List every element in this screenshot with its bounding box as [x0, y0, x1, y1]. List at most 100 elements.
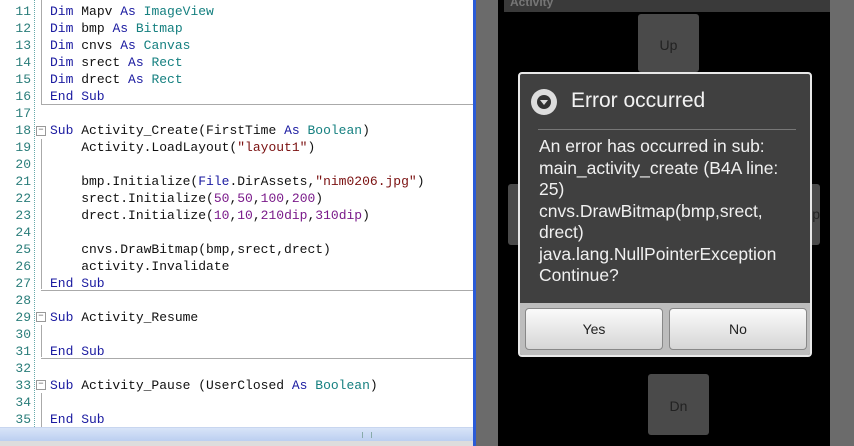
up-button[interactable]: Up: [638, 14, 699, 72]
message-line: Continue?: [539, 265, 619, 285]
code-line[interactable]: 23 drect.Initialize(10,10,210dip,310dip): [0, 207, 473, 224]
line-number: 23: [15, 208, 31, 223]
code-token: Dim: [50, 38, 82, 53]
code-line[interactable]: 20: [0, 156, 473, 173]
code-line[interactable]: 28: [0, 292, 473, 309]
yes-button[interactable]: Yes: [525, 308, 663, 350]
code-line[interactable]: 19 Activity.LoadLayout("layout1"): [0, 139, 473, 156]
code-token: As: [120, 4, 144, 19]
code-token: Activity_Resume: [81, 310, 199, 325]
code-token: drect: [81, 72, 129, 87]
message-line: cnvs.DrawBitmap(bmp,srect,: [539, 200, 763, 221]
block-guide: [41, 139, 42, 289]
code-token: As: [128, 55, 152, 70]
code-line[interactable]: 22 srect.Initialize(50,50,100,200): [0, 190, 473, 207]
code-line[interactable]: 11 Dim Mapv As ImageView: [0, 3, 473, 20]
fold-collapse-icon[interactable]: −: [36, 126, 46, 136]
code-token: 50: [213, 191, 230, 206]
dialog-title: Error occurred: [571, 89, 706, 112]
code-token: ,: [252, 208, 261, 223]
code-text: Dim drect As Rect: [50, 71, 183, 88]
dialog-button-bar: Yes No: [520, 303, 810, 355]
code-line[interactable]: 17: [0, 105, 473, 122]
message-line: java.lang.NullPointerException: [539, 243, 777, 264]
code-token: 100: [260, 191, 285, 206]
code-line[interactable]: 18 Sub Activity_Create(FirstTime As Boole…: [0, 122, 473, 139]
code-text: Sub Activity_Resume: [50, 309, 198, 326]
line-number: 17: [15, 106, 31, 121]
code-token: Activity.LoadLayout(: [50, 140, 238, 155]
code-token: cnvs: [81, 38, 121, 53]
line-number: 20: [15, 157, 31, 172]
code-token: bmp.Initialize(: [50, 174, 199, 189]
message-line: An error has occurred in sub:: [539, 136, 765, 156]
code-line[interactable]: 32: [0, 360, 473, 377]
code-token: drect.Initialize(: [50, 208, 214, 223]
code-text: Activity.LoadLayout("layout1"): [50, 139, 315, 156]
code-token: Sub: [50, 123, 82, 138]
code-line[interactable]: 35 End Sub: [0, 411, 473, 428]
line-number: 22: [15, 191, 31, 206]
code-text: srect.Initialize(50,50,100,200): [50, 190, 323, 207]
code-line[interactable]: 24: [0, 224, 473, 241]
code-text: Dim cnvs As Canvas: [50, 37, 190, 54]
code-token: File: [198, 174, 230, 189]
line-number: 35: [15, 412, 31, 427]
code-line[interactable]: 26 activity.Invalidate: [0, 258, 473, 275]
line-number: 34: [15, 395, 31, 410]
line-number: 29: [15, 310, 31, 325]
code-token: Dim: [50, 21, 82, 36]
code-line[interactable]: 12 Dim bmp As Bitmap: [0, 20, 473, 37]
code-token: Boolean: [315, 378, 370, 393]
code-token: 50: [237, 191, 253, 206]
code-token: ): [307, 140, 316, 155]
code-token: ,: [252, 191, 261, 206]
code-editor[interactable]: 11 Dim Mapv As ImageView 12 Dim bmp As Bitm…: [0, 0, 473, 446]
code-token: Dim: [50, 72, 82, 87]
code-line[interactable]: 29 Sub Activity_Resume: [0, 309, 473, 326]
code-line[interactable]: 21 bmp.Initialize(File.DirAssets,"nim020…: [0, 173, 473, 190]
message-line: drect): [539, 222, 584, 242]
code-token: ,: [284, 191, 292, 206]
block-guide: [41, 393, 42, 427]
code-token: Boolean: [307, 123, 363, 138]
code-line[interactable]: 25 cnvs.DrawBitmap(bmp,srect,drect): [0, 241, 473, 258]
line-number: 18: [15, 123, 31, 138]
no-button[interactable]: No: [669, 308, 807, 350]
code-token: ImageView: [143, 4, 214, 19]
line-number: 19: [15, 140, 31, 155]
code-token: ): [315, 191, 324, 206]
code-token: 310dip: [315, 208, 363, 223]
code-token: srect: [81, 55, 129, 70]
code-line[interactable]: 30: [0, 326, 473, 343]
block-guide: [41, 0, 42, 104]
code-line[interactable]: 34: [0, 394, 473, 411]
code-token: cnvs.DrawBitmap(bmp,srect,drect): [50, 242, 331, 257]
fold-collapse-icon[interactable]: −: [36, 380, 46, 390]
code-token: End Sub: [50, 276, 105, 291]
down-button[interactable]: Dn: [648, 374, 709, 435]
fold-collapse-icon[interactable]: −: [36, 312, 46, 322]
code-line[interactable]: 16 End Sub: [0, 88, 473, 105]
code-text: drect.Initialize(10,10,210dip,310dip): [50, 207, 370, 224]
code-token: As: [120, 38, 144, 53]
line-number: 31: [15, 344, 31, 359]
block-separator: [41, 358, 473, 359]
code-token: As: [284, 123, 308, 138]
code-line[interactable]: 13 Dim cnvs As Canvas: [0, 37, 473, 54]
code-text: Sub Activity_Create(FirstTime As Boolean…: [50, 122, 370, 139]
horizontal-scrollbar[interactable]: [0, 427, 473, 442]
code-token: End Sub: [50, 89, 105, 104]
scrollbar-grip-icon[interactable]: [362, 432, 372, 438]
line-number: 13: [15, 38, 31, 53]
code-line[interactable]: 14 Dim srect As Rect: [0, 54, 473, 71]
code-token: bmp: [81, 21, 113, 36]
line-number: 12: [15, 21, 31, 36]
code-token: 210dip: [260, 208, 308, 223]
code-text: bmp.Initialize(File.DirAssets,"nim0206.j…: [50, 173, 424, 190]
line-number: 30: [15, 327, 31, 342]
code-line[interactable]: 33 Sub Activity_Pause (UserClosed As Bool…: [0, 377, 473, 394]
code-token: srect.Initialize(: [50, 191, 214, 206]
code-line[interactable]: 15 Dim drect As Rect: [0, 71, 473, 88]
code-token: "layout1": [237, 140, 308, 155]
